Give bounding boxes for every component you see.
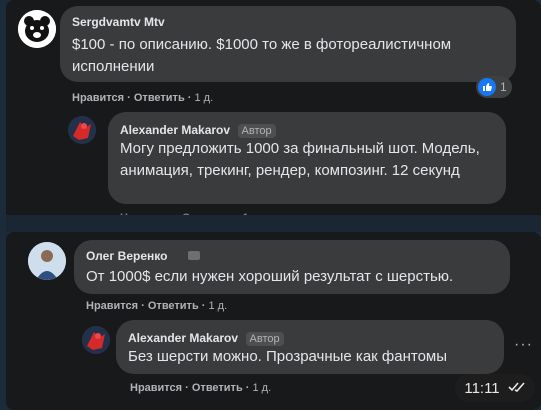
badge-icon: [188, 251, 200, 260]
red-figure-avatar[interactable]: [82, 326, 110, 354]
author-badge: Автор: [245, 332, 284, 346]
reply-header: Alexander Makarov Автор: [120, 121, 276, 139]
comment-text: $100 - по описанию. $1000 то же в фоторе…: [72, 36, 452, 75]
comment-actions: Нравится · Ответить · 1 д.: [130, 382, 272, 394]
red-figure-avatar[interactable]: [68, 116, 96, 144]
reply-link[interactable]: Ответить: [134, 92, 185, 104]
screenshot-card-1: Sergdvamtv Mtv $100 - по описанию. $1000…: [6, 0, 541, 224]
comment-bubble: Олег Веренко От 1000$ если нужен хороший…: [74, 240, 510, 294]
reply-bubble: Alexander Makarov Автор Без шерсти можно…: [116, 320, 504, 374]
more-dots-icon[interactable]: ···: [514, 336, 533, 354]
comment-actions: Нравится · Ответить · 1 д.: [86, 300, 228, 312]
reply-text: Могу предложить 1000 за финальный шот. М…: [120, 140, 480, 179]
comment-actions: Нравится · Ответить · 1 д.: [72, 92, 214, 104]
reply-text: Без шерсти можно. Прозрачные как фантомы: [128, 348, 448, 365]
comment-time[interactable]: 1 д.: [195, 92, 214, 104]
reply-link[interactable]: Ответить: [192, 382, 243, 394]
reply-link[interactable]: Ответить: [148, 300, 199, 312]
reply-bubble: Alexander Makarov Автор Могу предложить …: [108, 112, 506, 204]
reply-header: Alexander Makarov Автор: [128, 329, 284, 347]
message-time: 11:11: [464, 379, 500, 397]
person-avatar[interactable]: [28, 242, 66, 280]
like-link[interactable]: Нравится: [86, 300, 138, 312]
reaction-count[interactable]: 1: [476, 76, 512, 98]
reply-author[interactable]: Alexander Makarov: [120, 123, 230, 137]
comment-text: От 1000$ если нужен хороший результат с …: [86, 268, 454, 285]
reply-author[interactable]: Alexander Makarov: [128, 331, 238, 345]
author-badge: Автор: [237, 124, 276, 138]
chat-gap: [6, 215, 541, 232]
double-check-icon: [508, 380, 526, 397]
message-time-pill: 11:11: [455, 374, 535, 402]
comment-author[interactable]: Олег Веренко: [86, 249, 167, 263]
reaction-number: 1: [500, 80, 507, 94]
like-icon: [478, 78, 496, 96]
like-link[interactable]: Нравится: [130, 382, 182, 394]
comment-bubble: Sergdvamtv Mtv $100 - по описанию. $1000…: [60, 6, 516, 82]
comment-time[interactable]: 1 д.: [209, 300, 228, 312]
like-link[interactable]: Нравится: [72, 92, 124, 104]
comment-time[interactable]: 1 д.: [253, 382, 272, 394]
bear-avatar[interactable]: [18, 10, 56, 48]
comment-author[interactable]: Sergdvamtv Mtv: [72, 15, 165, 29]
